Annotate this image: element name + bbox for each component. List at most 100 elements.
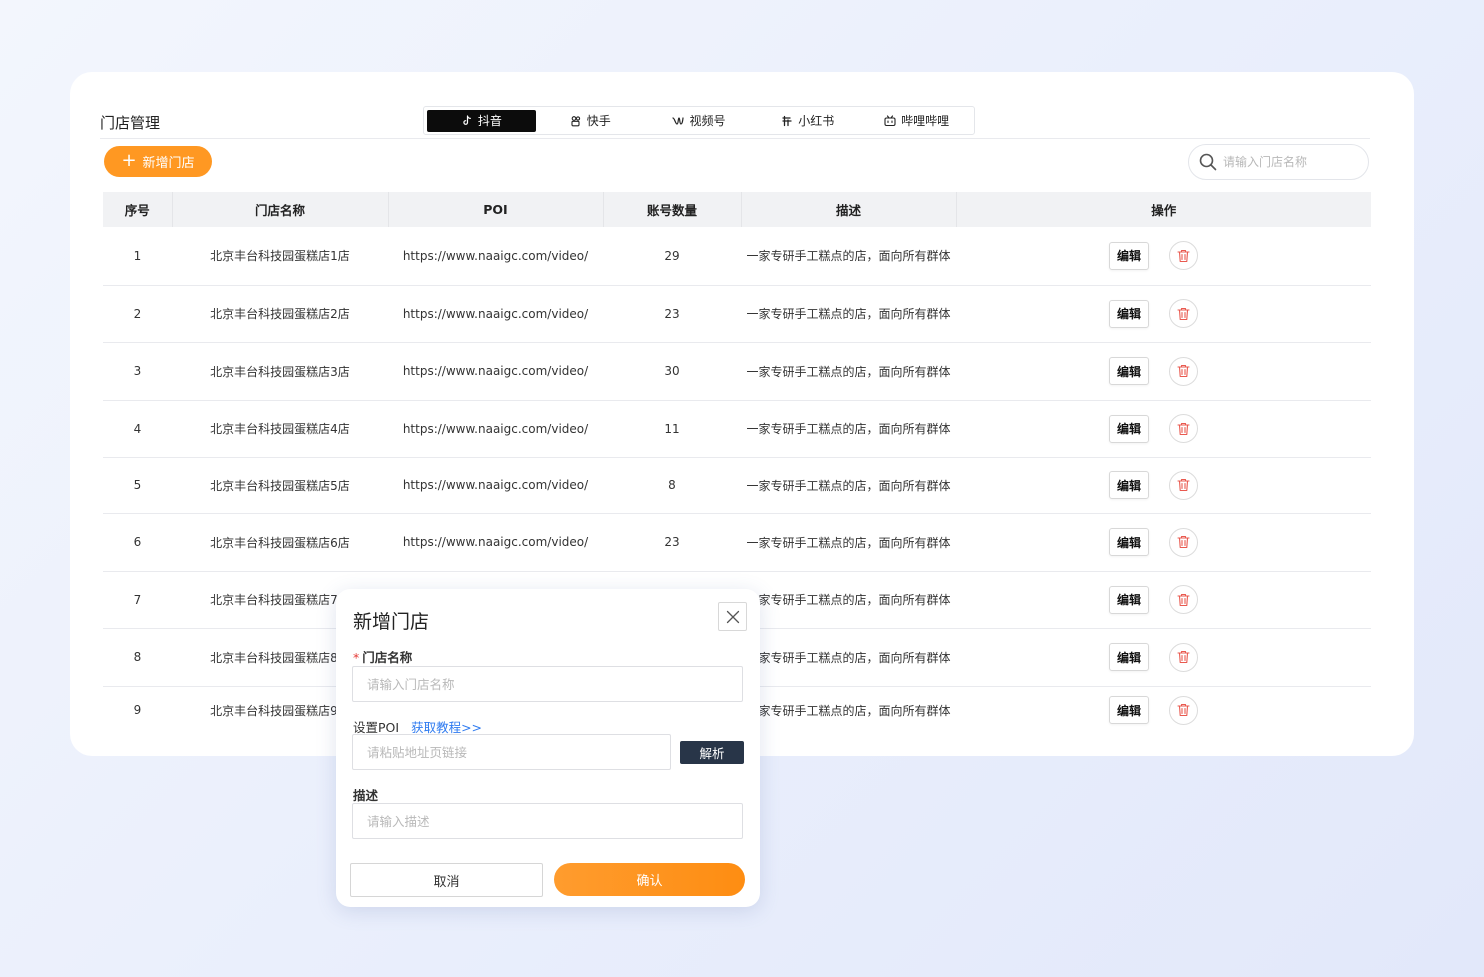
edit-button[interactable]: 编辑: [1109, 299, 1149, 328]
edit-button[interactable]: 编辑: [1109, 471, 1149, 499]
cancel-button[interactable]: 取消: [350, 863, 543, 897]
modal-close-button[interactable]: [718, 602, 747, 631]
kuaishou-icon: [571, 115, 580, 126]
delete-button[interactable]: [1169, 241, 1198, 271]
store-name-cell: 北京丰台科技园蛋糕店2店: [172, 285, 388, 343]
row-actions: 编辑: [956, 299, 1371, 328]
poi-label-text: 设置POI: [353, 720, 400, 735]
trash-icon: [1177, 650, 1190, 664]
actions-cell: 编辑: [956, 400, 1371, 458]
poi-cell: https://www.naaigc.com/video/: [388, 400, 603, 458]
description-cell: 一家专研手工糕点的店，面向所有群体: [741, 400, 956, 458]
tab-kuaishou[interactable]: 快手: [536, 110, 645, 132]
table-row: 2 北京丰台科技园蛋糕店2店 https://www.naaigc.com/vide…: [103, 285, 1371, 343]
tab-xiaohongshu[interactable]: 小红书: [753, 110, 862, 132]
store-name-input[interactable]: [367, 676, 742, 692]
store-name-cell: 北京丰台科技园蛋糕店5店: [172, 457, 388, 514]
parse-button[interactable]: 解析: [680, 741, 744, 764]
modal-title: 新增门店: [353, 611, 430, 633]
description-cell: 一家专研手工糕点的店，面向所有群体: [741, 342, 956, 401]
column-header-desc: 描述: [741, 192, 957, 227]
trash-icon: [1177, 704, 1190, 717]
delete-button[interactable]: [1169, 527, 1198, 557]
poi-input[interactable]: [367, 744, 670, 760]
table-row: 1 北京丰台科技园蛋糕店1店 https://www.naaigc.com/vide…: [103, 227, 1371, 286]
description-field: [352, 803, 743, 839]
channels-icon: [672, 116, 685, 125]
store-name-cell: 北京丰台科技园蛋糕店6店: [172, 513, 388, 572]
search-icon: [1199, 153, 1217, 171]
delete-button[interactable]: [1169, 414, 1198, 443]
tab-douyin[interactable]: 抖音: [427, 109, 536, 132]
row-actions: 编辑: [956, 642, 1371, 672]
page-title: 门店管理: [100, 114, 161, 132]
trash-icon: [1177, 249, 1190, 262]
delete-button[interactable]: [1169, 585, 1198, 614]
poi-cell: https://www.naaigc.com/video/: [388, 513, 603, 572]
plus-icon: +: [121, 149, 137, 171]
platform-tabs: 抖音 快手 视频号 小红书 哔哩哔哩: [423, 106, 975, 135]
required-marker: *: [353, 650, 360, 665]
tab-label: 哔哩哔哩: [901, 114, 950, 128]
tab-label: 视频号: [689, 114, 726, 128]
row-index: 4: [103, 400, 172, 458]
confirm-button[interactable]: 确认: [554, 863, 745, 896]
tab-bilibili[interactable]: 哔哩哔哩: [862, 110, 971, 132]
row-actions: 编辑: [956, 356, 1371, 386]
row-actions: 编辑: [956, 241, 1371, 271]
edit-button[interactable]: 编辑: [1109, 241, 1149, 270]
edit-button[interactable]: 编辑: [1109, 585, 1149, 614]
account-count-cell: 8: [603, 457, 741, 514]
row-index: 1: [103, 227, 172, 286]
edit-button[interactable]: 编辑: [1109, 696, 1149, 725]
column-header-poi: POI: [388, 192, 604, 227]
column-header-count: 账号数量: [603, 192, 742, 227]
poi-cell: https://www.naaigc.com/video/: [388, 342, 603, 401]
row-index: 9: [133, 703, 142, 718]
store-name-cell: 北京丰台科技园蛋糕店3店: [172, 342, 388, 401]
account-count-cell: 11: [603, 400, 741, 458]
actions-cell: 编辑: [956, 227, 1371, 286]
close-icon: [726, 610, 739, 623]
row-index: 3: [103, 342, 172, 401]
description-cell: 一家专研手工糕点的店，面向所有群体: [741, 227, 956, 286]
actions-cell: 编辑: [956, 457, 1371, 514]
xiaohongshu-icon: [782, 115, 792, 126]
row-actions: 编辑: [956, 470, 1371, 500]
delete-button[interactable]: [1169, 356, 1198, 386]
store-name-label: * 门店名称: [353, 647, 412, 666]
description-cell: 一家专研手工糕点的店，面向所有群体: [741, 571, 956, 629]
actions-cell: 编辑: [956, 285, 1371, 343]
account-count-cell: 30: [603, 342, 741, 401]
delete-button[interactable]: [1169, 470, 1198, 500]
search-input[interactable]: [1223, 155, 1353, 169]
tab-channels[interactable]: 视频号: [645, 110, 754, 132]
column-header-name: 门店名称: [172, 192, 389, 227]
edit-button[interactable]: 编辑: [1109, 414, 1149, 443]
add-store-button[interactable]: + 新增门店: [104, 146, 212, 177]
poi-cell: https://www.naaigc.com/video/: [388, 227, 603, 286]
description-input[interactable]: [367, 813, 742, 829]
column-header-index: 序号: [103, 192, 173, 227]
actions-cell: 编辑: [956, 686, 1371, 734]
trash-icon: [1177, 307, 1190, 320]
description-cell: 一家专研手工糕点的店，面向所有群体: [741, 513, 956, 572]
trash-icon: [1177, 593, 1190, 606]
search-box: [1188, 144, 1369, 180]
delete-button[interactable]: [1169, 642, 1198, 672]
account-count-cell: 23: [603, 285, 741, 343]
table-row: 6 北京丰台科技园蛋糕店6店 https://www.naaigc.com/vide…: [103, 513, 1371, 572]
actions-cell: 编辑: [956, 513, 1371, 572]
tab-label: 快手: [586, 114, 611, 128]
edit-button[interactable]: 编辑: [1109, 643, 1149, 671]
delete-button[interactable]: [1169, 299, 1198, 328]
edit-button[interactable]: 编辑: [1109, 357, 1149, 385]
actions-cell: 编辑: [956, 342, 1371, 401]
row-actions: 编辑: [956, 527, 1371, 557]
row-index: 7: [103, 571, 172, 629]
delete-button[interactable]: [1169, 695, 1198, 725]
edit-button[interactable]: 编辑: [1109, 528, 1149, 556]
add-store-modal: 新增门店 *门店名称 设置POI 获取教程>> 解析 描述 取消 确认: [336, 589, 760, 907]
trash-icon: [1177, 422, 1190, 435]
tutorial-link[interactable]: 获取教程>>: [411, 720, 482, 735]
